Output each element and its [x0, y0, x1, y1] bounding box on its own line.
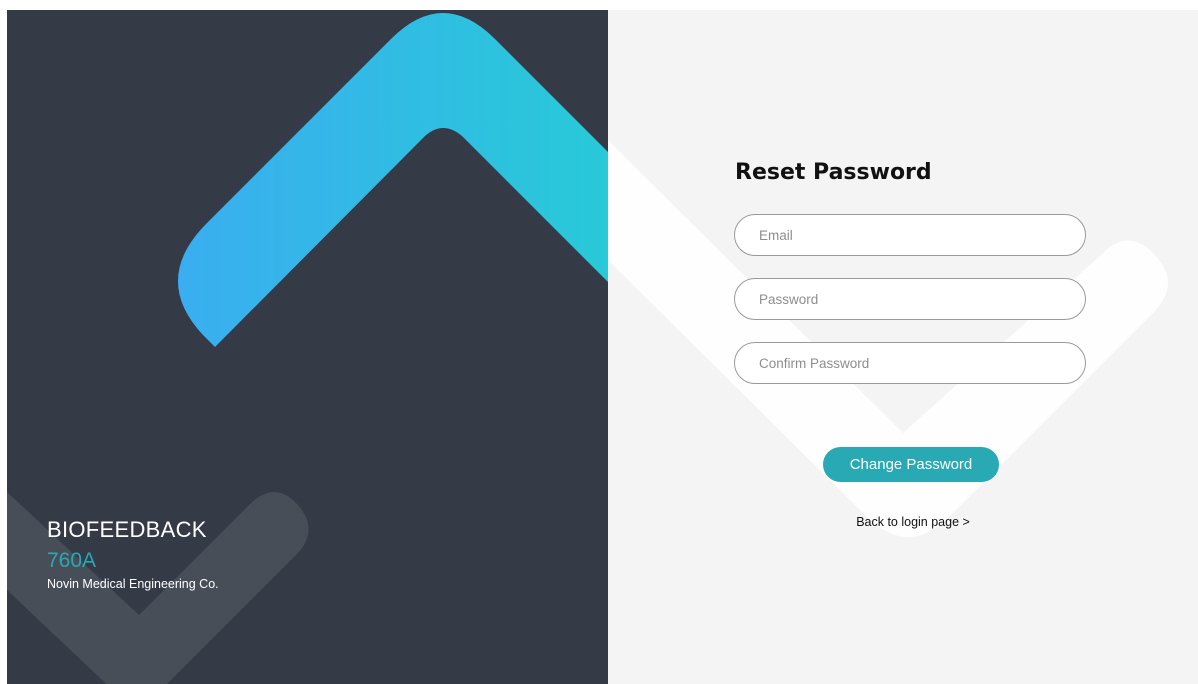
brand-title: BIOFEEDBACK: [47, 517, 207, 542]
page-title: Reset Password: [735, 160, 932, 185]
reset-form: Reset Password Change Password Back to l…: [734, 158, 1094, 529]
confirm-password-field[interactable]: [734, 342, 1086, 384]
back-to-login-link[interactable]: Back to login page >: [848, 515, 978, 529]
email-field[interactable]: [734, 214, 1086, 256]
brand-model: 760A: [47, 549, 97, 572]
brand-company: Novin Medical Engineering Co.: [47, 577, 219, 591]
app-frame: BIOFEEDBACK 760A Novin Medical Engineeri…: [7, 10, 1198, 684]
password-field[interactable]: [734, 278, 1086, 320]
brand-panel: BIOFEEDBACK 760A Novin Medical Engineeri…: [7, 10, 608, 684]
change-password-button[interactable]: Change Password: [823, 447, 999, 482]
form-panel: Reset Password Change Password Back to l…: [608, 10, 1198, 684]
brand-block: BIOFEEDBACK 760A Novin Medical Engineeri…: [47, 515, 219, 593]
chevron-shape: [178, 13, 608, 347]
